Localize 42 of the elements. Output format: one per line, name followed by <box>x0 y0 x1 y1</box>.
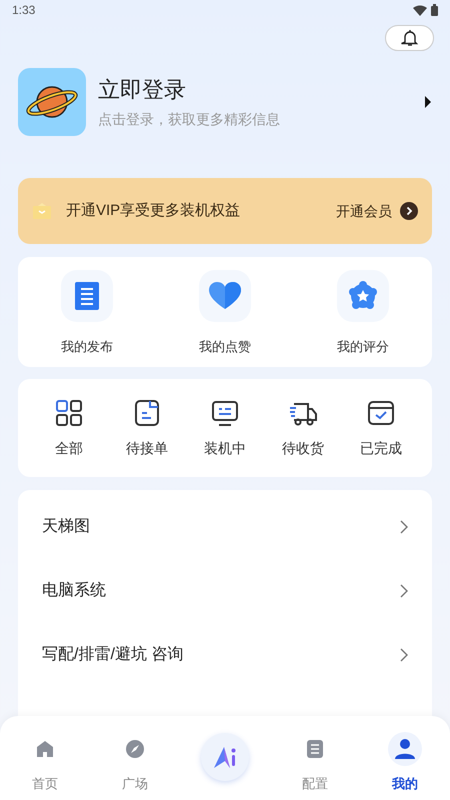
caret-right-icon <box>424 96 432 108</box>
login-title: 立即登录 <box>98 76 187 104</box>
nav-tab[interactable]: 首页 <box>0 716 90 794</box>
menu-item[interactable]: 写配/排雷/避坑 咨询 <box>18 623 432 687</box>
document-icon <box>61 270 113 322</box>
login-row[interactable]: 立即登录 点击登录，获取更多精彩信息 <box>0 68 450 136</box>
shortcut-label[interactable]: 我的评分 <box>337 336 389 356</box>
star-badge-icon <box>337 270 389 322</box>
chevron-right-icon <box>400 520 408 534</box>
person-icon <box>394 738 416 760</box>
note-icon <box>132 398 162 428</box>
shortcut-label[interactable]: 我的点赞 <box>199 336 251 356</box>
order-status-label[interactable]: 待收货 <box>282 438 324 458</box>
vip-action[interactable]: 开通会员 <box>336 200 392 222</box>
order-status-label[interactable]: 全部 <box>55 438 83 458</box>
vip-banner[interactable]: 开通VIP享受更多装机权益 开通会员 <box>18 178 432 244</box>
chevron-right-icon <box>400 584 408 598</box>
bell-icon <box>400 29 418 47</box>
chevron-right-icon <box>400 648 408 662</box>
compass-icon <box>125 739 145 759</box>
status-time: 1:33 <box>12 2 36 19</box>
nav-tab[interactable]: 我的 <box>360 716 450 794</box>
login-subtitle: 点击登录，获取更多精彩信息 <box>98 110 281 128</box>
order-status-label[interactable]: 已完成 <box>360 438 402 458</box>
menu-item[interactable]: 电脑系统 <box>18 559 432 623</box>
battery-icon <box>431 4 438 16</box>
arrow-circle-icon <box>400 202 418 220</box>
nav-tab[interactable]: 广场 <box>90 716 180 794</box>
vip-text: 开通VIP享受更多装机权益 <box>66 200 242 221</box>
gift-bag-icon <box>32 202 52 220</box>
nav-tab[interactable]: 配置 <box>270 716 360 794</box>
list-icon <box>306 739 324 759</box>
home-icon <box>35 739 55 759</box>
order-status-label[interactable]: 装机中 <box>204 438 246 458</box>
order-status-label[interactable]: 待接单 <box>126 438 168 458</box>
grid-icon <box>54 398 84 428</box>
shortcut-label[interactable]: 我的发布 <box>61 336 113 356</box>
menu-item[interactable]: 天梯图 <box>18 495 432 559</box>
notification-button[interactable] <box>385 25 434 51</box>
wifi-icon <box>413 4 427 16</box>
heart-icon <box>199 270 251 322</box>
ai-assistant-button[interactable] <box>201 733 249 781</box>
